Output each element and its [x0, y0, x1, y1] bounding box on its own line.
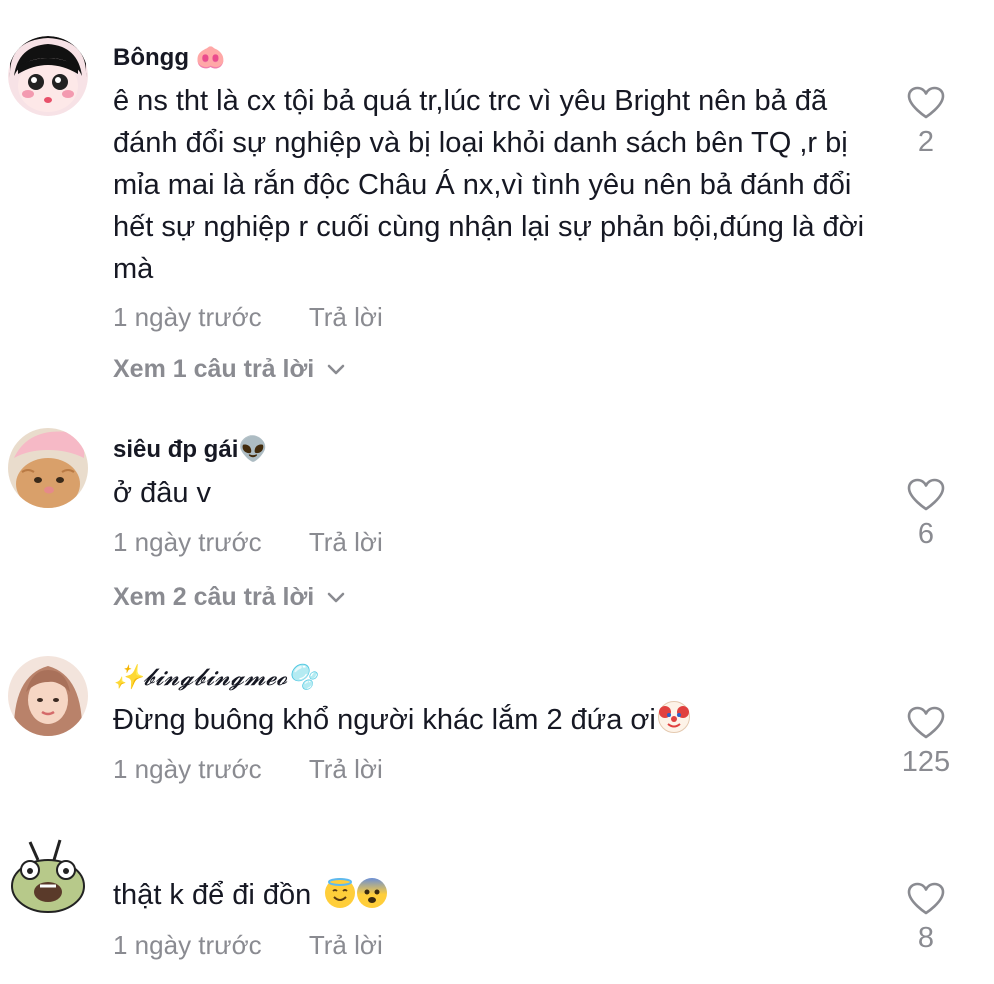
like-button[interactable]: 6	[880, 478, 972, 551]
chevron-down-icon	[327, 365, 345, 375]
fearful-face-icon	[357, 878, 388, 908]
view-replies-button[interactable]: Xem 2 câu trả lời	[113, 583, 346, 612]
avatar-kitten-image	[8, 428, 88, 508]
view-replies-label: Xem 2 câu trả lời	[113, 583, 315, 611]
avatar-cartoon-girl-image	[8, 36, 88, 116]
view-replies-label: Xem 1 câu trả lời	[113, 355, 315, 383]
view-replies-button[interactable]: Xem 1 câu trả lời	[113, 355, 346, 384]
comment-text-content: thật k để đi đồn	[113, 879, 312, 911]
comment-username[interactable]: siêu đp gái👽	[113, 435, 268, 464]
clown-face-icon	[657, 701, 690, 733]
comment-text: Đừng buông khổ người khác lắm 2 đứa ơi	[113, 699, 873, 741]
smiling-halo-face-icon	[325, 878, 356, 908]
comment-text-content: Đừng buông khổ người khác lắm 2 đứa ơi	[113, 704, 656, 736]
comment-timestamp: 1 ngày trước	[113, 527, 262, 557]
comment-text: ê ns tht là cx tội bả quá tr,lúc trc vì …	[113, 85, 865, 285]
avatar[interactable]	[8, 656, 88, 736]
like-count: 8	[917, 922, 935, 954]
heart-icon	[907, 882, 945, 915]
comment-timestamp: 1 ngày trước	[113, 302, 262, 332]
comment-username[interactable]: Bôngg 🐽	[113, 43, 226, 72]
avatar-cartoon-frog-image	[8, 836, 88, 916]
heart-icon	[907, 86, 945, 119]
reply-button[interactable]: Trả lời	[309, 302, 383, 332]
like-button[interactable]: 2	[880, 86, 972, 159]
heart-icon	[907, 478, 945, 511]
comment-timestamp: 1 ngày trước	[113, 754, 262, 784]
like-count: 6	[917, 518, 935, 550]
like-button[interactable]: 125	[880, 706, 972, 779]
comment-meta: 1 ngày trước Trả lời	[113, 754, 383, 785]
comment-text: thật k để đi đồn	[113, 874, 873, 916]
reply-button[interactable]: Trả lời	[309, 754, 383, 784]
like-button[interactable]: 8	[880, 882, 972, 955]
comment-meta: 1 ngày trước Trả lời	[113, 302, 383, 333]
avatar[interactable]	[8, 836, 88, 916]
chevron-down-icon	[327, 593, 345, 603]
reply-button[interactable]: Trả lời	[309, 527, 383, 557]
avatar[interactable]	[8, 36, 88, 116]
avatar[interactable]	[8, 428, 88, 508]
comment-timestamp: 1 ngày trước	[113, 930, 262, 960]
avatar-photo-image	[8, 656, 88, 736]
like-count: 125	[901, 746, 951, 778]
comment-meta: 1 ngày trước Trả lời	[113, 930, 383, 961]
comment-text: ở đâu v	[113, 477, 212, 509]
heart-icon	[907, 706, 945, 739]
comment-username[interactable]: ✨𝓫𝓲𝓷𝓰𝓫𝓲𝓷𝓰𝓶𝓮𝓸🫧	[113, 663, 317, 691]
comment-meta: 1 ngày trước Trả lời	[113, 527, 383, 558]
reply-button[interactable]: Trả lời	[309, 930, 383, 960]
like-count: 2	[917, 126, 935, 158]
